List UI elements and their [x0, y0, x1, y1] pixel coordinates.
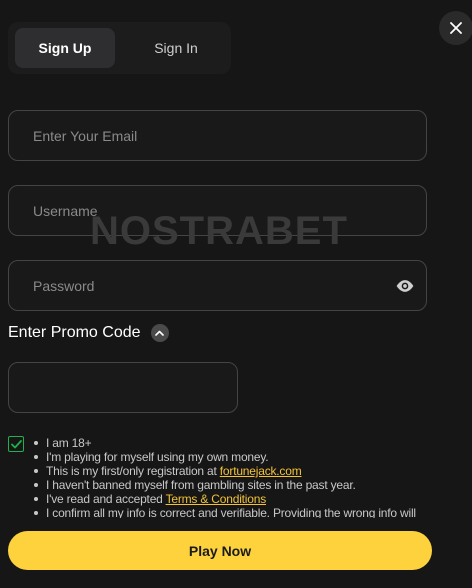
terms-item-confirm: I confirm all my info is correct and ver… [32, 506, 432, 518]
play-now-button[interactable]: Play Now [8, 531, 432, 570]
terms-checkbox[interactable] [8, 436, 24, 452]
eye-icon[interactable] [395, 277, 415, 295]
accepted-text: I've read and accepted [46, 492, 166, 506]
promo-code-header: Enter Promo Code [8, 324, 169, 342]
terms-item-age: I am 18+ [32, 436, 432, 450]
tab-sign-in[interactable]: Sign In [126, 28, 226, 68]
email-input[interactable] [9, 111, 426, 160]
username-field[interactable] [8, 185, 427, 236]
auth-tabs: Sign Up Sign In [8, 22, 231, 74]
terms-item-registration: This is my first/only registration at fo… [32, 464, 432, 478]
checkmark-icon [10, 439, 22, 448]
promo-code-input[interactable] [9, 363, 237, 412]
email-field[interactable] [8, 110, 427, 161]
terms-item-own-money: I'm playing for myself using my own mone… [32, 450, 432, 464]
terms-list: I am 18+ I'm playing for myself using my… [32, 436, 432, 518]
terms-item-not-banned: I haven't banned myself from gambling si… [32, 478, 432, 492]
tab-sign-up[interactable]: Sign Up [15, 28, 115, 68]
password-field[interactable] [8, 260, 427, 311]
chevron-up-icon [155, 330, 164, 336]
terms-item-accepted: I've read and accepted Terms & Condition… [32, 492, 432, 506]
fortunejack-link[interactable]: fortunejack.com [220, 464, 302, 478]
promo-toggle-button[interactable] [150, 324, 169, 342]
close-button[interactable] [439, 11, 472, 45]
username-input[interactable] [9, 186, 426, 235]
promo-code-field[interactable] [8, 362, 238, 413]
registration-text: This is my first/only registration at [46, 464, 220, 478]
promo-code-label: Enter Promo Code [8, 324, 141, 341]
password-input[interactable] [9, 261, 426, 310]
close-icon [450, 22, 462, 34]
terms-conditions-link[interactable]: Terms & Conditions [166, 492, 267, 506]
